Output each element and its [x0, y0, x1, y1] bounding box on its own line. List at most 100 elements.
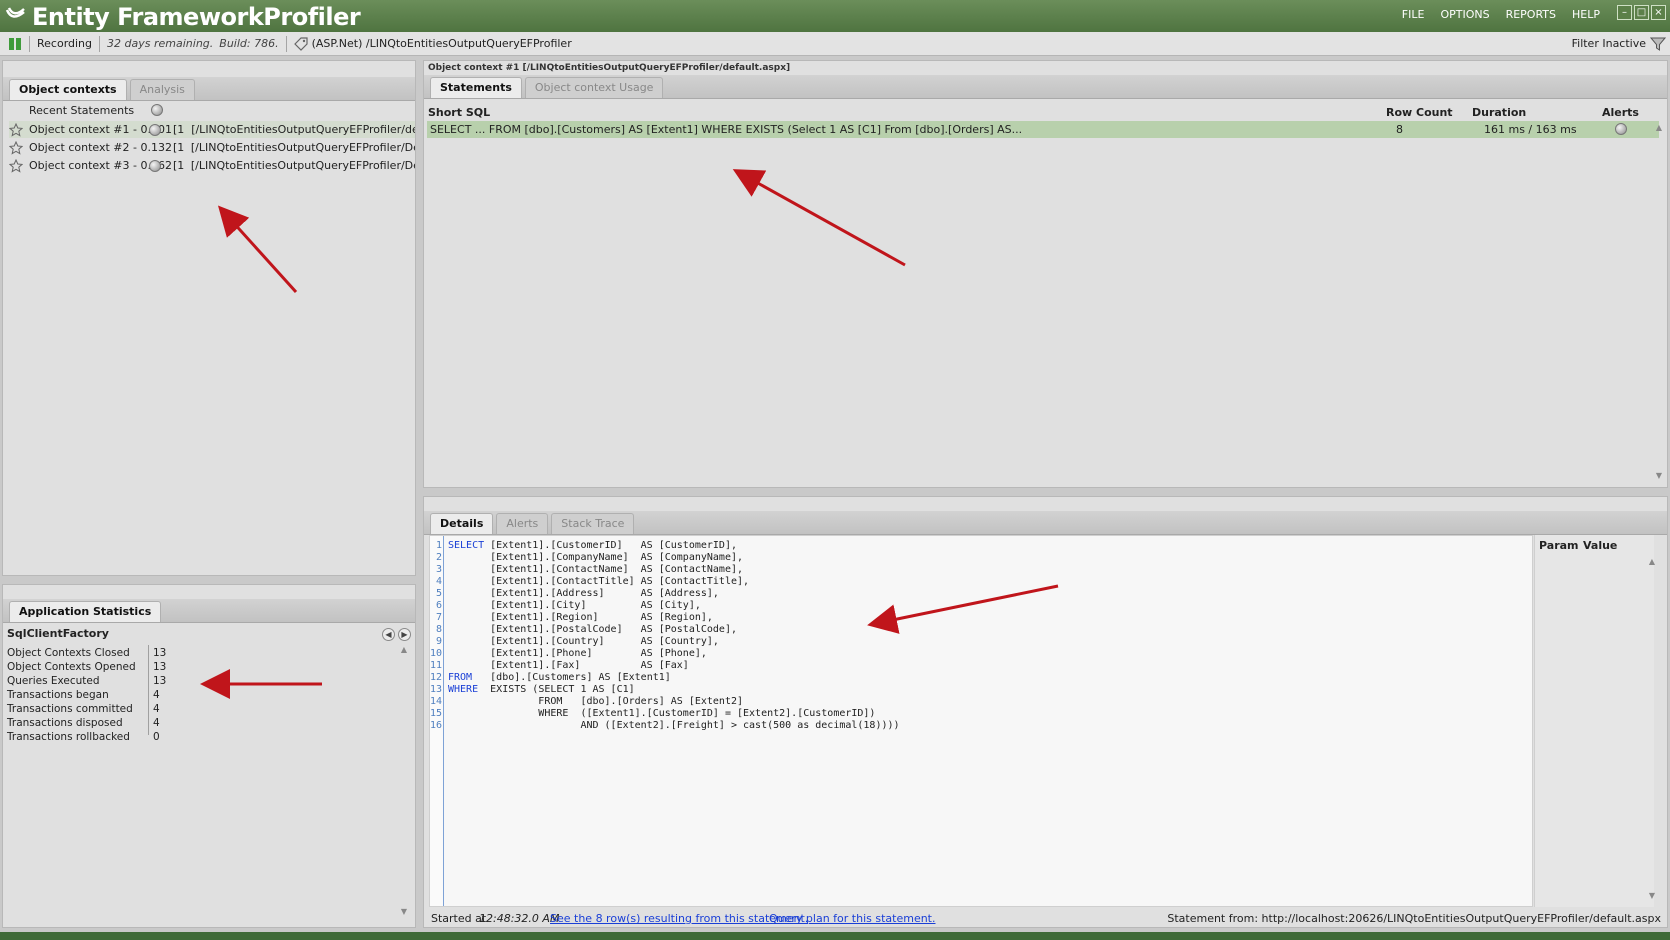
scroll-down-icon[interactable]: ▼ — [1654, 471, 1664, 480]
app-logo-icon — [5, 7, 25, 18]
filter-icon[interactable] — [1650, 36, 1666, 52]
sql-text: [Extent1].[Phone] AS [Phone], — [448, 648, 707, 659]
object-context-row[interactable]: Object context #2 - 0.132 [1] [/LINQtoEn… — [9, 139, 415, 156]
tab-details[interactable]: Details — [430, 513, 494, 534]
tab-alerts[interactable]: Alerts — [496, 513, 549, 534]
tab-stack-trace[interactable]: Stack Trace — [551, 513, 635, 534]
star-icon[interactable] — [9, 122, 23, 137]
context-status-icon — [149, 123, 161, 136]
code-line: 5 [Extent1].[Address] AS [Address], — [430, 588, 719, 600]
object-context-count: [1] — [173, 123, 185, 136]
sql-text: [Extent1].[Region] AS [Region], — [448, 612, 713, 623]
parameters-grid: Param Value ▲ ▼ — [1534, 535, 1657, 907]
code-line: 3 [Extent1].[ContactName] AS [ContactNam… — [430, 564, 743, 576]
stat-value: 4 — [153, 689, 160, 701]
column-duration[interactable]: Duration — [1472, 106, 1526, 119]
stat-row: Queries Executed 13 — [7, 675, 166, 688]
statements-panel: Object context #1 [/LINQtoEntitiesOutput… — [423, 60, 1668, 488]
sql-text: [Extent1].[ContactTitle] AS [ContactTitl… — [448, 576, 750, 587]
stat-row: Object Contexts Opened 13 — [7, 661, 166, 674]
scroll-up-icon[interactable]: ▲ — [1647, 557, 1657, 566]
sql-text: [Extent1].[Address] AS [Address], — [448, 588, 719, 599]
object-context-row[interactable]: Object context #1 - 0.401 [1] [/LINQtoEn… — [9, 121, 415, 138]
toolbar-divider — [285, 35, 287, 52]
column-alerts[interactable]: Alerts — [1602, 106, 1639, 119]
line-number: 2 — [435, 552, 442, 563]
tab-object-context-usage[interactable]: Object context Usage — [524, 77, 664, 98]
menu-file[interactable]: FILE — [1402, 8, 1425, 21]
sql-text: [dbo].[Customers] AS [Extent1] — [472, 672, 671, 683]
menu-help[interactable]: HELP — [1572, 8, 1600, 21]
line-number: 6 — [435, 600, 442, 611]
next-arrow-icon[interactable]: ▶ — [398, 628, 411, 641]
stat-label: Transactions began — [7, 689, 109, 701]
sql-text: FROM [dbo].[Orders] AS [Extent2] — [448, 696, 744, 707]
sql-text: [Extent1].[ContactName] AS [ContactName]… — [448, 564, 744, 575]
column-row-count[interactable]: Row Count — [1386, 106, 1453, 119]
scroll-down-icon[interactable]: ▼ — [1647, 891, 1657, 900]
stat-value: 13 — [153, 675, 167, 687]
stat-row: Transactions disposed 4 — [7, 717, 160, 730]
application-tag-icon — [293, 36, 308, 51]
star-icon[interactable] — [9, 158, 23, 173]
started-at-time: 12:48:32.0 AM — [479, 912, 560, 925]
toolbar: Recording 32 days remaining. Build: 786.… — [0, 32, 1670, 56]
stat-value: 13 — [153, 661, 167, 673]
code-line: 7 [Extent1].[Region] AS [Region], — [430, 612, 713, 624]
sql-text: [Extent1].[CustomerID] AS [CustomerID], — [484, 540, 737, 551]
sql-text: [Extent1].[Country] AS [Country], — [448, 636, 719, 647]
sql-text: [Extent1].[CompanyName] AS [CompanyName]… — [448, 552, 744, 563]
code-line: 16 AND ([Extent2].[Freight] > cast(500 a… — [430, 720, 900, 732]
code-line: 15 WHERE ([Extent1].[CustomerID] = [Exte… — [430, 708, 875, 720]
scroll-down-icon[interactable]: ▼ — [399, 907, 409, 916]
restore-button[interactable]: □ — [1634, 5, 1649, 20]
stat-value: 0 — [153, 731, 160, 743]
column-value[interactable]: Value — [1583, 539, 1617, 552]
code-line: 1 SELECT [Extent1].[CustomerID] AS [Custo… — [430, 540, 737, 552]
object-context-label: Object context #1 - 0.401 — [29, 123, 172, 136]
stat-label: Object Contexts Opened — [7, 661, 136, 673]
menu-options[interactable]: OPTIONS — [1440, 8, 1489, 21]
stat-row: Transactions rollbacked 0 — [7, 731, 160, 744]
line-number: 5 — [435, 588, 442, 599]
code-line: 2 [Extent1].[CompanyName] AS [CompanyNam… — [430, 552, 743, 564]
build-label: Build: 786. — [219, 37, 279, 50]
line-number: 7 — [435, 612, 442, 623]
column-param[interactable]: Param — [1539, 539, 1579, 552]
object-context-row[interactable]: Object context #3 - 0.062 [1] [/LINQtoEn… — [9, 157, 415, 174]
tab-application-statistics[interactable]: Application Statistics — [9, 601, 162, 622]
object-contexts-panel: Object contexts Analysis Recent Statemen… — [2, 60, 416, 576]
stat-label: Transactions disposed — [7, 717, 123, 729]
previous-arrow-icon[interactable]: ◀ — [382, 628, 395, 641]
tab-object-contexts[interactable]: Object contexts — [9, 79, 127, 100]
scroll-up-icon[interactable]: ▲ — [399, 645, 409, 654]
pause-icon[interactable] — [8, 37, 22, 51]
line-number: 16 — [430, 720, 443, 731]
menu-reports[interactable]: REPORTS — [1506, 8, 1556, 21]
statement-row[interactable]: SELECT ... FROM [dbo].[Customers] AS [Ex… — [427, 121, 1659, 138]
sql-text: [Extent1].[City] AS [City], — [448, 600, 701, 611]
object-context-url: [/LINQtoEntitiesOutputQueryEFProfiler/De… — [190, 141, 415, 154]
recent-statements-status-icon — [151, 104, 163, 116]
statements-tabstrip: Statements Object context Usage — [424, 75, 1667, 99]
scroll-up-icon[interactable]: ▲ — [1654, 123, 1664, 132]
stat-value: 4 — [153, 717, 160, 729]
recent-statements-label[interactable]: Recent Statements — [29, 104, 134, 117]
stat-label: Transactions committed — [7, 703, 133, 715]
sql-code-viewer[interactable]: 1 SELECT [Extent1].[CustomerID] AS [Custo… — [429, 535, 1533, 907]
statements-table-header: Short SQL Row Count Duration Alerts — [424, 103, 1667, 121]
close-button[interactable]: × — [1651, 5, 1666, 20]
minimize-button[interactable]: – — [1617, 5, 1632, 20]
sql-text: [Extent1].[Fax] AS [Fax] — [448, 660, 689, 671]
filter-status[interactable]: Filter Inactive — [1572, 37, 1646, 50]
details-panel: Details Alerts Stack Trace 1 SELECT [Exte… — [423, 496, 1668, 928]
tab-analysis[interactable]: Analysis — [129, 79, 195, 100]
column-short-sql[interactable]: Short SQL — [428, 106, 490, 119]
line-number: 10 — [430, 648, 443, 659]
query-plan-link[interactable]: Query plan for this statement. — [769, 912, 936, 925]
line-number: 15 — [430, 708, 443, 719]
stat-value: 13 — [153, 647, 167, 659]
tab-statements[interactable]: Statements — [430, 77, 522, 98]
star-icon[interactable] — [9, 140, 23, 155]
line-number: 14 — [430, 696, 443, 707]
